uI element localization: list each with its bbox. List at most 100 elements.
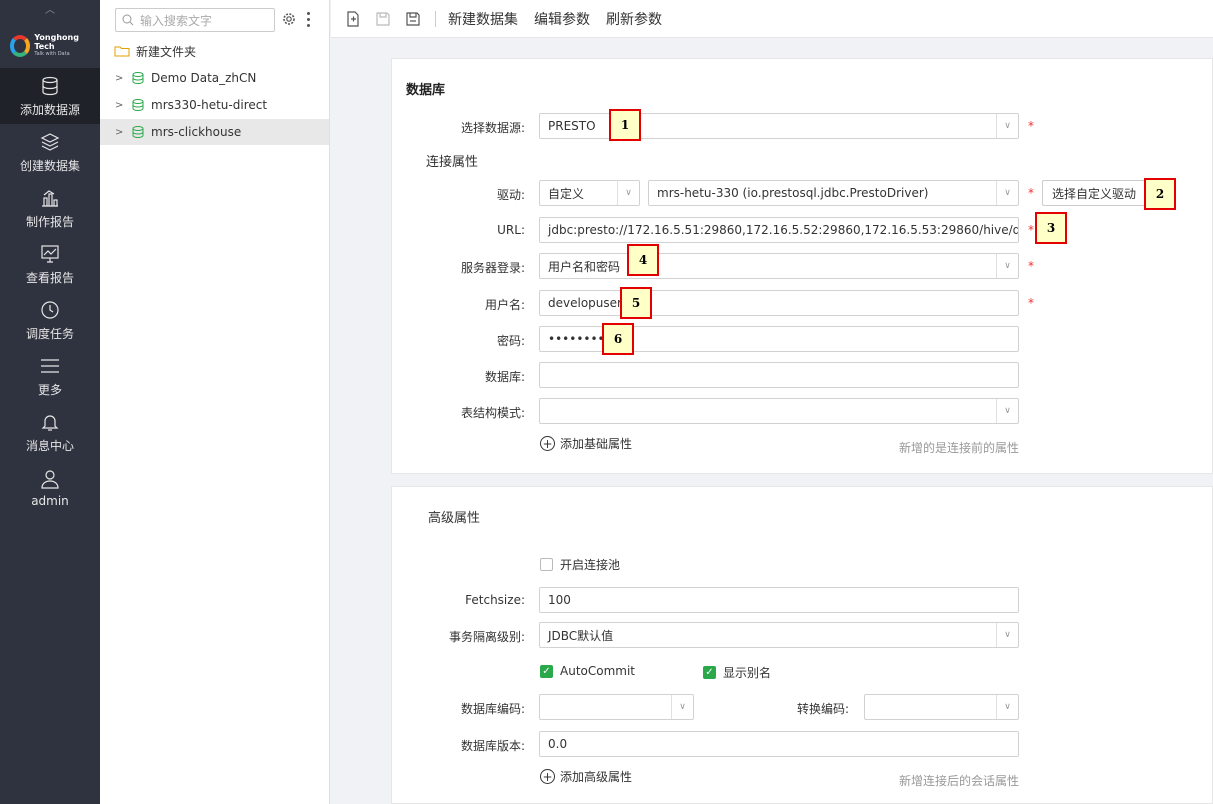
driver-select[interactable]: mrs-hetu-330 (io.prestosql.jdbc.PrestoDr… bbox=[648, 180, 1019, 206]
tree-item-label: mrs-clickhouse bbox=[151, 125, 242, 139]
monitor-chart-icon bbox=[41, 244, 59, 263]
checkbox-checked-icon[interactable]: ✓ bbox=[703, 666, 716, 679]
url-value: jdbc:presto://172.16.5.51:29860,172.16.5… bbox=[548, 223, 1019, 237]
save-icon[interactable] bbox=[375, 11, 391, 27]
convert-encoding-label: 转换编码: bbox=[796, 702, 849, 716]
select-datasource-label: 选择数据源: bbox=[460, 121, 525, 135]
chevron-down-icon[interactable]: ∨ bbox=[996, 623, 1018, 647]
connection-pool-checkbox[interactable]: 开启连接池 bbox=[540, 556, 620, 573]
nav-label: 创建数据集 bbox=[19, 158, 80, 173]
chart-bar-icon bbox=[42, 189, 58, 207]
edit-params-button[interactable]: 编辑参数 bbox=[534, 9, 590, 29]
db-encoding-select[interactable]: ∨ bbox=[539, 694, 694, 720]
chevron-down-icon[interactable]: ∨ bbox=[996, 695, 1018, 719]
nav-label: 添加数据源 bbox=[19, 102, 80, 117]
required-mark: * bbox=[1028, 296, 1034, 310]
search-placeholder: 输入搜索文字 bbox=[140, 13, 213, 28]
annotation-marker-6: 6 bbox=[602, 323, 634, 355]
new-dataset-button[interactable]: 新建数据集 bbox=[448, 9, 518, 29]
toolbar: 新建数据集 编辑参数 刷新参数 bbox=[331, 0, 1213, 38]
server-login-select[interactable]: 用户名和密码 ∨ bbox=[539, 253, 1019, 279]
chevron-right-icon[interactable]: > bbox=[115, 127, 129, 138]
tree-item-datasource-selected[interactable]: > mrs-clickhouse bbox=[100, 119, 329, 145]
bell-icon bbox=[41, 414, 59, 431]
datasource-icon bbox=[132, 72, 144, 85]
left-nav: ︿ Yonghong Tech Talk with Data 添加数据源 创建数… bbox=[0, 0, 100, 804]
checkbox-checked-icon[interactable]: ✓ bbox=[540, 664, 553, 678]
required-mark: * bbox=[1028, 223, 1034, 237]
nav-messages[interactable]: 消息中心 bbox=[0, 404, 100, 460]
nav-label: 查看报告 bbox=[25, 270, 74, 285]
nav-label: 调度任务 bbox=[25, 326, 74, 341]
chevron-down-icon[interactable]: ∨ bbox=[996, 114, 1018, 138]
gear-icon[interactable] bbox=[282, 12, 296, 26]
database-name-input[interactable] bbox=[539, 362, 1019, 388]
show-alias-checkbox[interactable]: ✓ 显示别名 bbox=[703, 664, 771, 681]
tree-item-datasource[interactable]: > mrs330-hetu-direct bbox=[100, 92, 329, 118]
fetchsize-label: Fetchsize: bbox=[465, 593, 525, 607]
db-version-label: 数据库版本: bbox=[460, 739, 525, 753]
save-as-icon[interactable] bbox=[405, 11, 421, 27]
section-title-advanced: 高级属性 bbox=[428, 511, 481, 526]
logo: Yonghong Tech Talk with Data bbox=[10, 28, 94, 64]
autocommit-checkbox[interactable]: ✓ AutoCommit bbox=[540, 664, 635, 678]
main-content: 新建数据集 编辑参数 刷新参数 数据库 选择数据源: PRESTO ∨ * 连接… bbox=[331, 0, 1213, 804]
url-input[interactable]: jdbc:presto://172.16.5.51:29860,172.16.5… bbox=[539, 217, 1019, 243]
annotation-marker-3: 3 bbox=[1035, 212, 1067, 244]
datasource-type-value: PRESTO bbox=[548, 119, 596, 133]
server-login-value: 用户名和密码 bbox=[548, 259, 621, 274]
convert-encoding-select[interactable]: ∨ bbox=[864, 694, 1019, 720]
chevron-down-icon[interactable]: ∨ bbox=[671, 695, 693, 719]
required-mark: * bbox=[1028, 186, 1034, 200]
tree-item-datasource[interactable]: > Demo Data_zhCN bbox=[100, 65, 329, 91]
db-version-value: 0.0 bbox=[548, 737, 568, 751]
datasource-icon bbox=[132, 126, 144, 139]
refresh-params-button[interactable]: 刷新参数 bbox=[606, 9, 662, 29]
section-title-connection: 连接属性 bbox=[426, 155, 479, 170]
layers-icon bbox=[40, 132, 60, 151]
chevron-down-icon[interactable]: ∨ bbox=[996, 399, 1018, 423]
annotation-marker-1: 1 bbox=[609, 109, 641, 141]
user-icon bbox=[41, 470, 59, 489]
add-basic-property-button[interactable]: + 添加基础属性 bbox=[540, 435, 632, 452]
datasource-icon bbox=[132, 99, 144, 112]
select-custom-driver-button[interactable]: 选择自定义驱动 bbox=[1042, 180, 1146, 206]
nav-add-datasource[interactable]: 添加数据源 bbox=[0, 68, 100, 124]
required-mark: * bbox=[1028, 119, 1034, 133]
new-file-icon[interactable] bbox=[345, 10, 361, 27]
tree-item-folder[interactable]: 新建文件夹 bbox=[100, 38, 329, 64]
schema-select[interactable]: ∨ bbox=[539, 398, 1019, 424]
search-input[interactable]: 输入搜索文字 bbox=[115, 8, 275, 32]
nav-more[interactable]: 更多 bbox=[0, 348, 100, 404]
checkbox-unchecked-icon[interactable] bbox=[540, 558, 553, 571]
annotation-marker-2: 2 bbox=[1144, 178, 1176, 210]
chevron-down-icon[interactable]: ∨ bbox=[617, 181, 639, 205]
chevron-right-icon[interactable]: > bbox=[115, 73, 129, 84]
db-version-input[interactable]: 0.0 bbox=[539, 731, 1019, 757]
chevron-right-icon[interactable]: > bbox=[115, 100, 129, 111]
more-vertical-icon[interactable] bbox=[304, 10, 312, 28]
fetchsize-input[interactable]: 100 bbox=[539, 587, 1019, 613]
folder-icon bbox=[114, 46, 130, 57]
add-advanced-property-button[interactable]: + 添加高级属性 bbox=[540, 768, 632, 785]
advanced-card: 高级属性 开启连接池 Fetchsize: 100 事务隔离级别: JDBC默认… bbox=[391, 486, 1213, 804]
nav-make-report[interactable]: 制作报告 bbox=[0, 180, 100, 236]
nav-user[interactable]: admin bbox=[0, 460, 100, 516]
collapse-up-icon[interactable]: ︿ bbox=[0, 0, 100, 16]
add-advanced-hint: 新增连接后的会话属性 bbox=[898, 774, 1019, 788]
logo-tagline: Talk with Data bbox=[34, 51, 70, 58]
nav-schedule[interactable]: 调度任务 bbox=[0, 292, 100, 348]
logo-ring-icon bbox=[10, 35, 31, 57]
chevron-down-icon[interactable]: ∨ bbox=[996, 254, 1018, 278]
username-input[interactable]: developuser bbox=[539, 290, 1019, 316]
required-mark: * bbox=[1028, 259, 1034, 273]
username-value: developuser bbox=[548, 296, 622, 310]
nav-view-report[interactable]: 查看报告 bbox=[0, 236, 100, 292]
nav-create-dataset[interactable]: 创建数据集 bbox=[0, 124, 100, 180]
section-title-database: 数据库 bbox=[406, 83, 446, 98]
driver-type-select[interactable]: 自定义 ∨ bbox=[539, 180, 640, 206]
chevron-down-icon[interactable]: ∨ bbox=[996, 181, 1018, 205]
isolation-level-select[interactable]: JDBC默认值 ∨ bbox=[539, 622, 1019, 648]
nav-label: 制作报告 bbox=[25, 214, 74, 229]
driver-type-value: 自定义 bbox=[548, 186, 585, 201]
